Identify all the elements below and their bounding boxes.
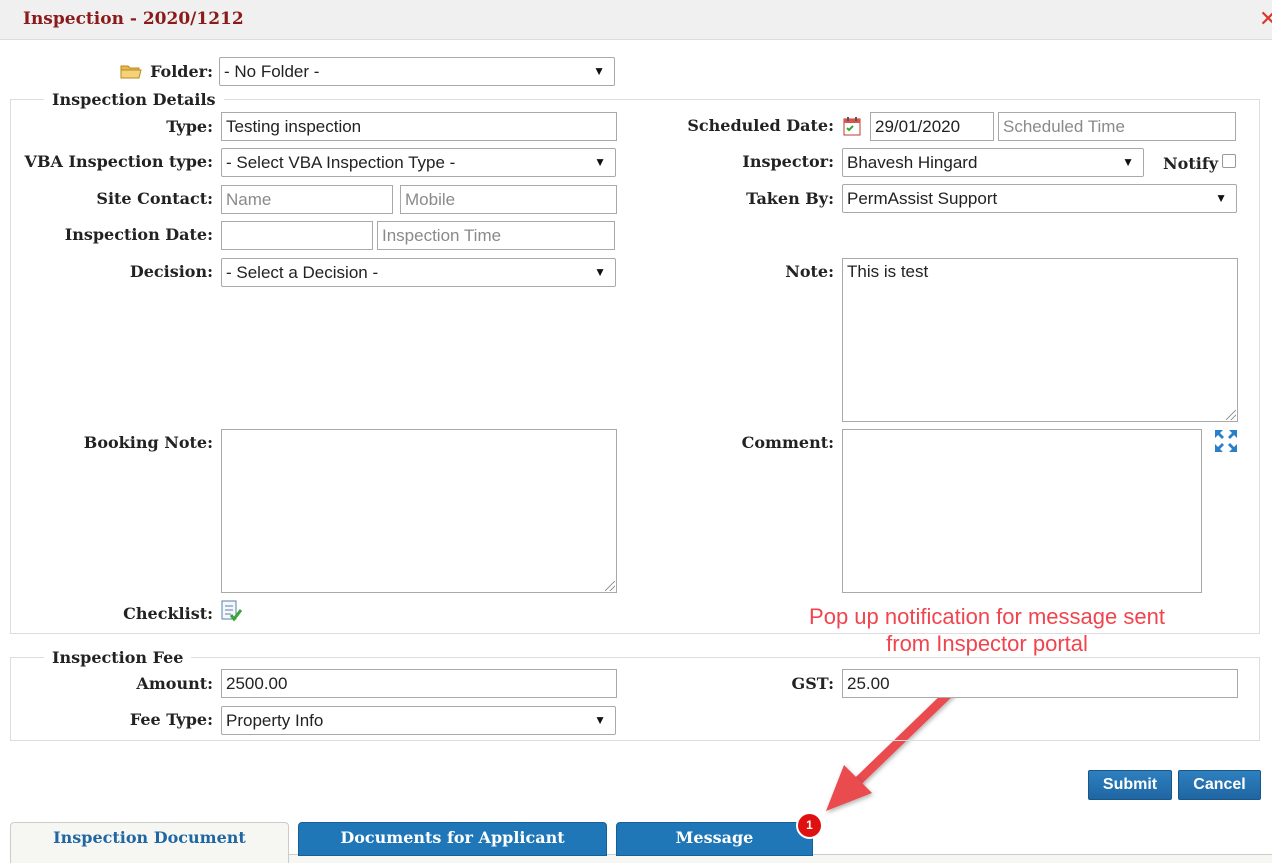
site-contact-name-placeholder: Name bbox=[226, 190, 272, 209]
tab-documents-for-applicant[interactable]: Documents for Applicant bbox=[298, 822, 607, 856]
site-contact-mobile-placeholder: Mobile bbox=[405, 190, 456, 209]
inspector-select[interactable]: Bhavesh Hingard ▼ bbox=[842, 148, 1144, 177]
annotation-text: Pop up notification for message sent fro… bbox=[762, 603, 1212, 657]
inspection-time-placeholder: Inspection Time bbox=[382, 226, 502, 245]
scheduled-date-label: Scheduled Date: bbox=[687, 116, 834, 135]
dialog-title: Inspection - 2020/1212 bbox=[23, 9, 244, 29]
taken-by-value: PermAssist Support bbox=[847, 189, 998, 208]
folder-label: Folder: bbox=[150, 62, 213, 81]
type-label: Type: bbox=[166, 117, 213, 136]
notify-label: Notify bbox=[1163, 154, 1218, 173]
chevron-down-icon: ▼ bbox=[594, 155, 606, 169]
tab-inspection-document[interactable]: Inspection Document bbox=[10, 822, 289, 863]
message-notification-badge: 1 bbox=[796, 812, 823, 839]
comment-textarea[interactable] bbox=[842, 429, 1202, 593]
folder-select[interactable]: - No Folder - ▼ bbox=[219, 57, 615, 86]
amount-input[interactable]: 2500.00 bbox=[221, 669, 617, 698]
cancel-button[interactable]: Cancel bbox=[1178, 770, 1261, 800]
note-label: Note: bbox=[785, 262, 834, 281]
booking-note-textarea[interactable] bbox=[221, 429, 617, 593]
inspection-date-label: Inspection Date: bbox=[64, 225, 213, 244]
annotation-line-2: from Inspector portal bbox=[886, 631, 1088, 656]
taken-by-select[interactable]: PermAssist Support ▼ bbox=[842, 184, 1237, 213]
folder-icon bbox=[120, 63, 142, 79]
inspection-time-input[interactable]: Inspection Time bbox=[377, 221, 615, 250]
gst-input[interactable]: 25.00 bbox=[842, 669, 1238, 698]
booking-note-label: Booking Note: bbox=[83, 433, 213, 452]
calendar-icon[interactable] bbox=[843, 116, 861, 136]
decision-value: - Select a Decision - bbox=[226, 263, 379, 282]
tab-message[interactable]: Message bbox=[616, 822, 813, 856]
close-icon[interactable]: ✕ bbox=[1259, 8, 1272, 30]
chevron-down-icon: ▼ bbox=[1122, 155, 1134, 169]
decision-select[interactable]: - Select a Decision - ▼ bbox=[221, 258, 616, 287]
chevron-down-icon: ▼ bbox=[594, 713, 606, 727]
inspector-value: Bhavesh Hingard bbox=[847, 153, 978, 172]
annotation-line-1: Pop up notification for message sent bbox=[809, 604, 1165, 629]
note-textarea[interactable]: This is test bbox=[842, 258, 1238, 422]
resize-grip[interactable] bbox=[1226, 410, 1236, 420]
inspection-date-input[interactable] bbox=[221, 221, 373, 250]
expand-icon[interactable] bbox=[1214, 429, 1238, 453]
chevron-down-icon: ▼ bbox=[593, 64, 605, 78]
resize-grip[interactable] bbox=[605, 581, 615, 591]
inspection-details-legend: Inspection Details bbox=[44, 90, 224, 109]
type-input[interactable]: Testing inspection bbox=[221, 112, 617, 141]
fee-type-value: Property Info bbox=[226, 711, 324, 730]
inspector-label: Inspector: bbox=[742, 152, 834, 171]
chevron-down-icon: ▼ bbox=[1215, 191, 1227, 205]
vba-type-label: VBA Inspection type: bbox=[24, 152, 213, 171]
amount-label: Amount: bbox=[136, 674, 213, 693]
fee-type-select[interactable]: Property Info ▼ bbox=[221, 706, 616, 735]
checklist-label: Checklist: bbox=[123, 604, 213, 623]
submit-button[interactable]: Submit bbox=[1088, 770, 1172, 800]
chevron-down-icon: ▼ bbox=[594, 265, 606, 279]
vba-type-select[interactable]: - Select VBA Inspection Type - ▼ bbox=[221, 148, 616, 177]
scheduled-time-input[interactable]: Scheduled Time bbox=[998, 112, 1236, 141]
fee-type-label: Fee Type: bbox=[129, 710, 213, 729]
checklist-icon[interactable] bbox=[221, 600, 243, 622]
site-contact-label: Site Contact: bbox=[96, 189, 213, 208]
comment-label: Comment: bbox=[741, 433, 834, 452]
scheduled-date-input[interactable]: 29/01/2020 bbox=[870, 112, 994, 141]
folder-select-value: - No Folder - bbox=[224, 62, 320, 81]
notify-checkbox[interactable] bbox=[1222, 154, 1236, 168]
inspection-fee-legend: Inspection Fee bbox=[44, 648, 192, 667]
note-value: This is test bbox=[847, 262, 929, 281]
site-contact-mobile-input[interactable]: Mobile bbox=[400, 185, 617, 214]
vba-type-value: - Select VBA Inspection Type - bbox=[226, 153, 456, 172]
gst-label: GST: bbox=[791, 674, 834, 693]
site-contact-name-input[interactable]: Name bbox=[221, 185, 393, 214]
scheduled-time-placeholder: Scheduled Time bbox=[1003, 117, 1125, 136]
taken-by-label: Taken By: bbox=[746, 189, 834, 208]
decision-label: Decision: bbox=[129, 262, 213, 281]
